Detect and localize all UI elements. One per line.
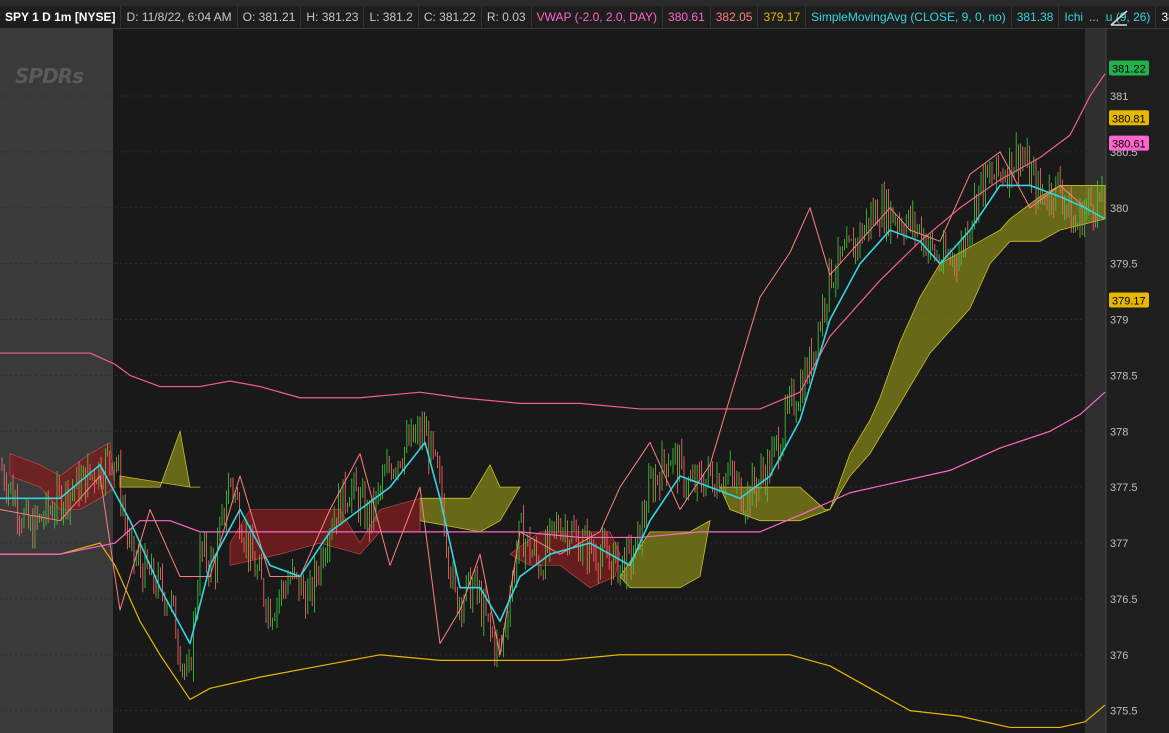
price-tick-label: 376.5 (1110, 594, 1138, 606)
afterhours-shade (1085, 29, 1106, 733)
low-label: L: 381.2 (364, 6, 419, 28)
more-studies-button[interactable]: ... (1083, 6, 1105, 28)
premarket-shade (0, 29, 113, 733)
vwap-study-label[interactable]: VWAP (-2.0, 2.0, DAY) (532, 6, 664, 28)
price-badge: 380.81 (1109, 110, 1149, 126)
price-badge: 381.22 (1109, 60, 1149, 76)
open-label: O: 381.21 (238, 6, 302, 28)
spdrs-logo: SPDRs (15, 64, 84, 88)
symbol-label[interactable]: SPY 1 D 1m [NYSE] (0, 6, 122, 28)
high-label: H: 381.23 (301, 6, 365, 28)
price-tick-label: 379 (1110, 315, 1128, 327)
price-tick-label: 381 (1110, 91, 1128, 103)
price-badge: 380.61 (1109, 135, 1149, 151)
price-tick-label: 378 (1110, 426, 1128, 438)
vwap-value: 380.61 (663, 6, 711, 28)
sma-study-label[interactable]: SimpleMovingAvg (CLOSE, 9, 0, no) (806, 6, 1012, 28)
price-tick-label: 376 (1110, 650, 1128, 662)
price-badge-label: 381.22 (1112, 63, 1146, 75)
price-badge-label: 379.17 (1112, 296, 1146, 308)
price-tick-label: 378.5 (1110, 370, 1138, 382)
drawing-tool-icon (1110, 10, 1128, 26)
sma-value: 381.38 (1012, 6, 1060, 28)
price-tick-label: 379.5 (1110, 259, 1138, 271)
price-tick-label: 375.5 (1110, 706, 1138, 718)
price-tick-label: 377.5 (1110, 482, 1138, 494)
price-chart[interactable]: 381380.5380379.5379378.5378377.5377376.5… (0, 29, 1169, 733)
close-label: C: 381.22 (419, 6, 482, 28)
ichimoku-value: 381.37 (1156, 6, 1169, 28)
drawing-tools-button[interactable] (1107, 8, 1131, 28)
plot-area (0, 29, 1106, 733)
date-label: D: 11/8/22, 6:04 AM (121, 6, 238, 28)
range-label: R: 0.03 (482, 6, 532, 28)
vwap-lower-value: 379.17 (758, 6, 807, 28)
price-badge-label: 380.61 (1112, 139, 1146, 151)
price-badge-label: 380.81 (1112, 113, 1146, 125)
price-badge: 379.17 (1109, 292, 1149, 308)
price-tick-label: 377 (1110, 538, 1128, 550)
chart-header: SPY 1 D 1m [NYSE] D: 11/8/22, 6:04 AM O:… (0, 6, 1169, 29)
price-tick-label: 380 (1110, 203, 1128, 215)
vwap-upper-value: 382.05 (711, 6, 759, 28)
